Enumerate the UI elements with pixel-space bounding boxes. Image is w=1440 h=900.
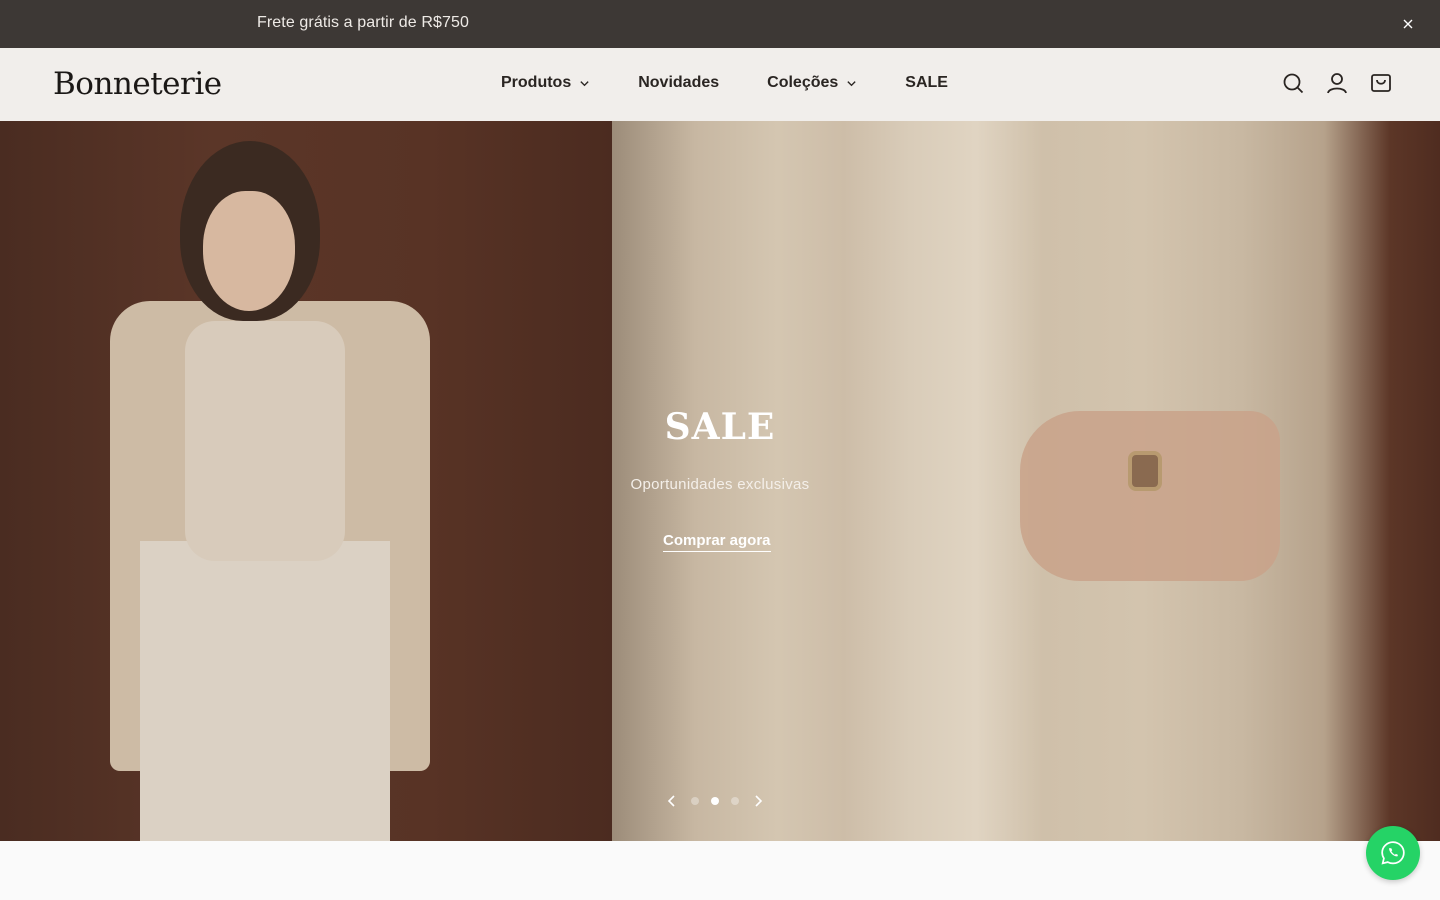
chevron-left-icon[interactable]	[665, 794, 679, 808]
whatsapp-icon	[1381, 841, 1405, 865]
nav-item-sale[interactable]: SALE	[905, 74, 948, 92]
chevron-right-icon[interactable]	[751, 794, 765, 808]
nav-item-produtos[interactable]: Produtos	[501, 74, 590, 92]
cart-icon[interactable]	[1370, 72, 1392, 94]
nav-item-novidades[interactable]: Novidades	[638, 74, 719, 92]
chevron-down-icon	[580, 80, 589, 86]
nav-item-colecoes[interactable]: Coleções	[767, 74, 857, 92]
nav-item-label: Novidades	[638, 74, 720, 91]
hero-subtitle: Oportunidades exclusivas	[630, 476, 810, 493]
logo[interactable]: Bonneterie	[53, 66, 222, 102]
hero-slider: SALE Oportunidades exclusivas Comprar ag…	[0, 121, 1440, 841]
announcement-bar: Frete grátis a partir de R$750	[0, 0, 1440, 48]
whatsapp-button[interactable]	[1366, 826, 1420, 880]
slider-dot[interactable]	[691, 797, 699, 805]
nav-item-label: SALE	[905, 74, 948, 91]
search-icon[interactable]	[1282, 72, 1304, 94]
chevron-down-icon	[847, 80, 856, 86]
slider-dot-active[interactable]	[711, 797, 719, 805]
close-icon[interactable]	[1400, 16, 1416, 32]
account-icon[interactable]	[1326, 72, 1348, 94]
shop-now-link[interactable]: Comprar agora	[663, 532, 771, 552]
announcement-text: Frete grátis a partir de R$750	[257, 14, 469, 31]
slider-controls	[665, 794, 765, 808]
slider-dot[interactable]	[731, 797, 739, 805]
main-nav: Produtos Novidades Coleções SALE	[501, 74, 948, 92]
site-header: Bonneterie Produtos Novidades Coleções S…	[0, 48, 1440, 121]
nav-item-label: Produtos	[501, 74, 572, 91]
nav-item-label: Coleções	[767, 74, 839, 91]
header-actions	[1282, 72, 1392, 94]
hero-title: SALE	[664, 406, 776, 448]
